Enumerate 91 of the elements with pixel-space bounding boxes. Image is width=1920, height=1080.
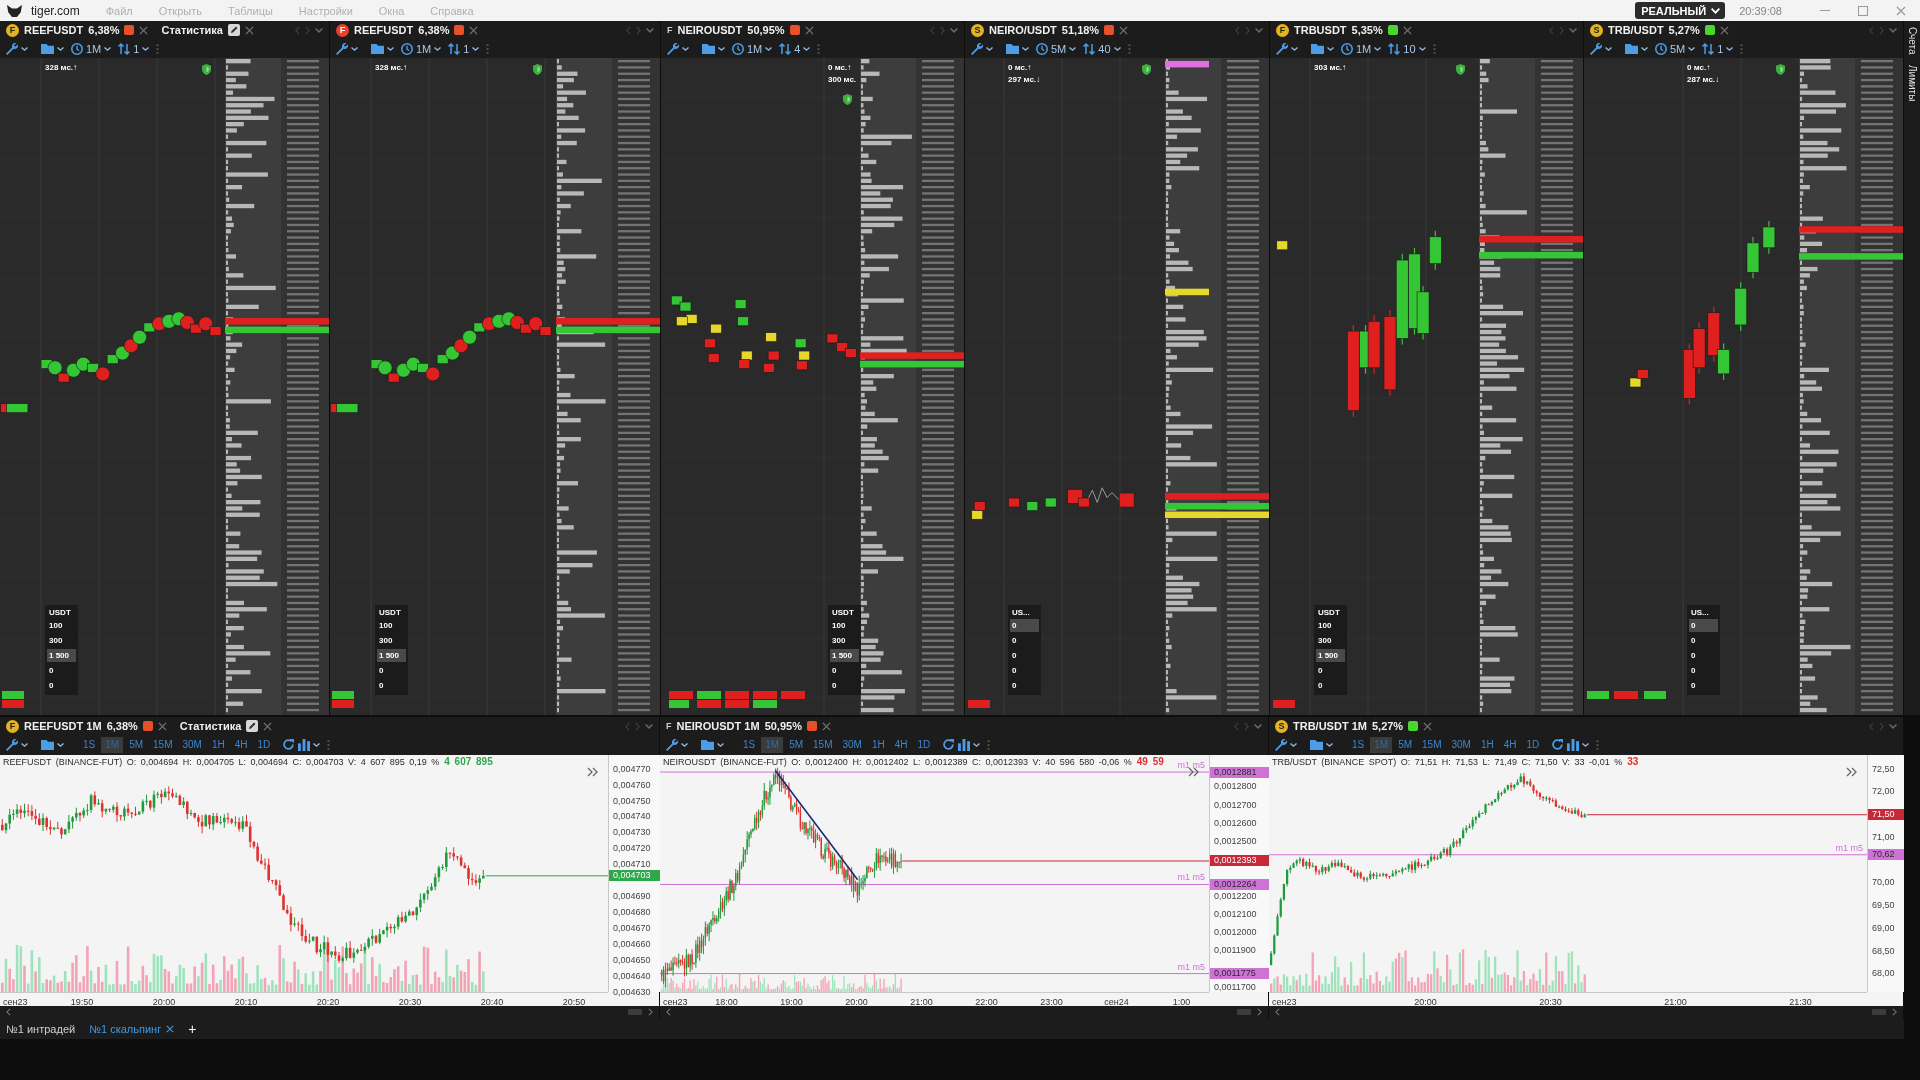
time-label: 21:30 (1789, 996, 1812, 1007)
app-title: tiger.com (31, 3, 80, 18)
price-label: 0,0012200 (1214, 890, 1257, 902)
price-label: 71,00 (1872, 831, 1895, 843)
ohlc-info: REEFUSDT (BINANCE-FUT) O: 0,004694 H: 0,004705 L: 0,004694 C: 0,004703 V: 4 607 895 0,19 % (3, 757, 440, 767)
price-label: 0,0012000 (1214, 927, 1257, 939)
time-label: 20:00 (1414, 996, 1437, 1007)
exchange-badge: S (971, 23, 984, 37)
exchange-badge: S (1590, 23, 1603, 37)
symbol-label: REEFUSDT 1M (24, 720, 102, 732)
price-label: 0,004690 (613, 891, 651, 902)
price-label: 72,00 (1872, 786, 1895, 798)
price-tag: 0,0011775 (1210, 968, 1269, 980)
exchange-letter: F (666, 721, 672, 731)
symbol-label: REEFUSDT (24, 24, 84, 36)
price-label: 0,004740 (613, 811, 651, 823)
time-label: 19:50 (70, 996, 94, 1007)
price-label: 69,50 (1872, 900, 1895, 912)
symbol-label: NEIROUSDT 1M (676, 720, 760, 732)
volume-delta: 4 607 895 (444, 756, 493, 767)
time-label: 20:50 (562, 996, 586, 1007)
price-label: 0,004630 (613, 986, 651, 998)
time-label: 19:00 (780, 996, 803, 1007)
change-percent: 6,38% (88, 24, 120, 36)
exchange-letter: F (667, 25, 673, 35)
price-tag: 70,62 (1868, 849, 1904, 861)
time-label: 22:00 (975, 996, 998, 1007)
exchange-badge: F (6, 23, 19, 37)
price-label: 0,0012100 (1214, 908, 1257, 920)
price-tag: 0,0012881 (1210, 766, 1269, 778)
clock-time: 20:39:08 (1739, 4, 1782, 17)
price-label: 0,0012600 (1214, 817, 1257, 829)
change-percent: 5,27% (1668, 24, 1700, 36)
price-label: 0,004650 (613, 954, 651, 966)
price-label: 0,0011700 (1214, 981, 1256, 993)
change-percent: 6,38% (418, 24, 450, 36)
time-label: 1:00 (1172, 996, 1191, 1007)
change-percent: 50,95% (764, 720, 802, 732)
time-label: 18:00 (715, 996, 738, 1007)
price-label: 0,0012500 (1214, 836, 1257, 847)
time-label: 20:00 (152, 996, 176, 1007)
change-percent: 6,38% (106, 720, 138, 732)
price-label: 0,004770 (613, 763, 651, 775)
price-tag: 0,0012393 (1210, 855, 1269, 867)
price-label: 0,004670 (613, 922, 651, 934)
time-label: сен23 (3, 996, 28, 1007)
change-percent: 50,95% (747, 24, 785, 36)
price-label: 0,004750 (613, 795, 651, 807)
symbol-label: REEFUSDT (354, 24, 414, 36)
price-label: 70,00 (1872, 877, 1895, 889)
time-label: 20:30 (398, 996, 422, 1007)
time-label: 20:10 (234, 996, 258, 1007)
symbol-label: NEIROUSDT (677, 24, 743, 36)
price-label: 72,50 (1872, 763, 1895, 775)
price-label: 0,004660 (613, 938, 651, 950)
change-percent: 5,27% (1371, 720, 1404, 732)
symbol-label: TRB/USDT 1M (1293, 720, 1367, 732)
price-label: 0,0011900 (1214, 945, 1256, 957)
change-percent: 51,18% (1061, 24, 1100, 36)
price-label: 0,004730 (613, 827, 651, 839)
time-label: сен23 (1272, 996, 1297, 1007)
symbol-label: NEIRO/USDT (989, 24, 1057, 36)
price-label: 0,004680 (613, 906, 651, 918)
price-tag: 71,50 (1868, 809, 1904, 821)
price-label: 0,004640 (613, 970, 651, 982)
time-label: 20:40 (480, 996, 504, 1007)
exchange-badge: F (1276, 23, 1289, 37)
time-label: 20:00 (845, 996, 868, 1007)
price-label: 68,00 (1872, 968, 1895, 980)
time-label: 23:00 (1040, 996, 1063, 1007)
time-label: 21:00 (1664, 996, 1687, 1007)
time-label: 21:00 (910, 996, 933, 1007)
time-label: сен23 (663, 996, 688, 1007)
price-tag: 0,0012264 (1210, 879, 1269, 890)
time-label: сен24 (1104, 996, 1129, 1007)
exchange-badge: F (6, 719, 19, 733)
price-label: 0,0012800 (1214, 781, 1257, 793)
exchange-badge: S (1275, 719, 1288, 733)
price-label: 68,50 (1872, 945, 1895, 957)
change-percent: 5,35% (1351, 24, 1383, 36)
price-label: 0,0012700 (1214, 799, 1257, 811)
price-label: 69,00 (1872, 922, 1895, 934)
price-label: 0,004720 (613, 843, 651, 855)
time-label: 20:30 (1539, 996, 1562, 1007)
price-label: 0,004760 (613, 779, 651, 791)
exchange-badge: F (336, 23, 349, 37)
price-label: 0,004710 (613, 859, 651, 871)
price-tag: 0,004703 (609, 870, 660, 882)
symbol-label: TRBUSDT (1294, 24, 1347, 36)
time-label: 20:20 (316, 996, 340, 1007)
symbol-label: TRB/USDT (1608, 24, 1664, 36)
